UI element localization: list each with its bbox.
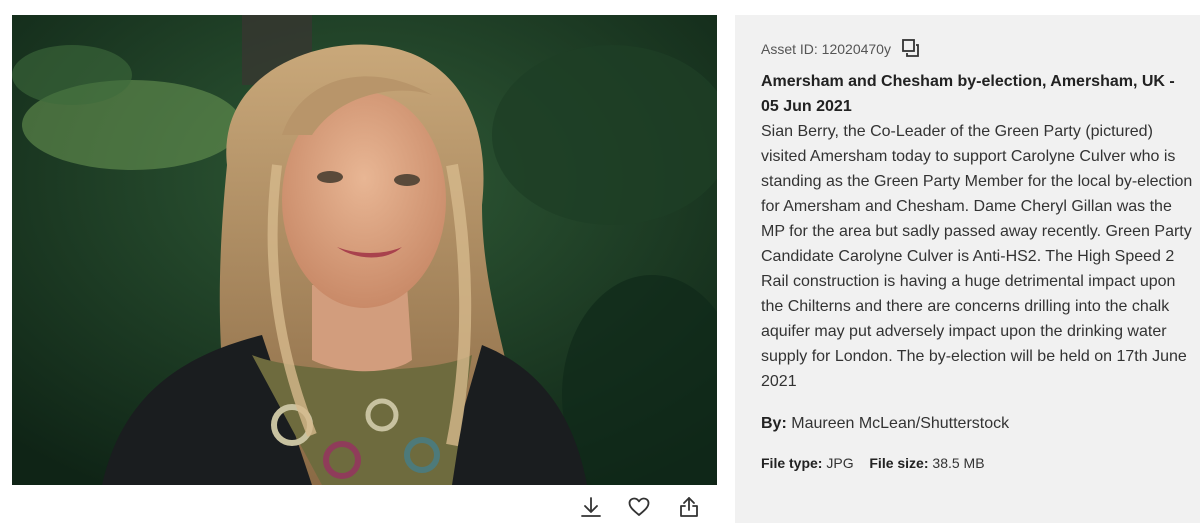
- asset-photo[interactable]: [12, 15, 717, 485]
- byline: By: Maureen McLean/Shutterstock: [761, 411, 1200, 436]
- asset-id: Asset ID: 12020470y: [761, 41, 891, 57]
- copy-icon[interactable]: [901, 38, 923, 60]
- asset-description: Sian Berry, the Co-Leader of the Green P…: [761, 123, 1193, 390]
- asset-info-panel: Asset ID: 12020470y Amersham and Chesham…: [735, 15, 1200, 523]
- file-size-label: File size:: [869, 455, 929, 471]
- by-label: By:: [761, 415, 787, 432]
- heart-icon[interactable]: [626, 494, 652, 520]
- share-icon[interactable]: [676, 494, 702, 520]
- file-size-value: 38.5 MB: [932, 455, 985, 471]
- download-icon[interactable]: [578, 494, 604, 520]
- file-info: File type: JPG File size: 38.5 MB: [761, 453, 1200, 473]
- asset-title: Amersham and Chesham by-election, Amersh…: [761, 73, 1175, 115]
- asset-id-row: Asset ID: 12020470y: [761, 37, 1200, 61]
- photographer-credit: Maureen McLean/Shutterstock: [791, 415, 1010, 432]
- file-type-label: File type:: [761, 455, 823, 471]
- portrait-image: [12, 15, 717, 485]
- photo-action-bar: [12, 485, 717, 523]
- file-type-value: JPG: [826, 455, 854, 471]
